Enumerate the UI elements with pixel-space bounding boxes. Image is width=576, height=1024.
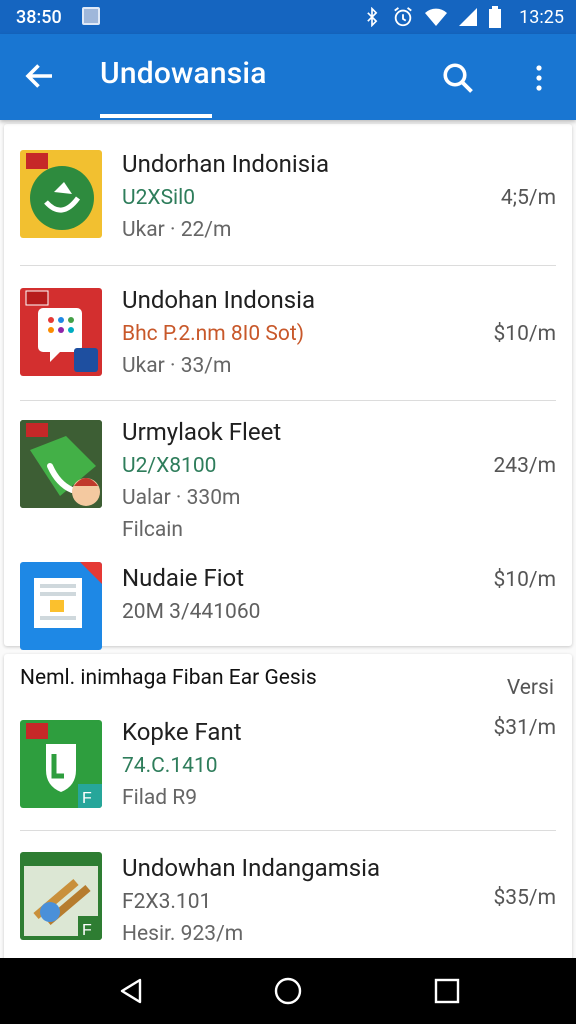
- divider: [20, 830, 556, 831]
- list-item[interactable]: Undohan Indonsia Bhc P.2.nm 8I0 Sot) Uka…: [4, 266, 572, 402]
- section-title: Neml. inimhaga Fiban Ear Gesis: [20, 666, 317, 690]
- app-price: $35/m: [493, 886, 557, 910]
- app-price: $31/m: [493, 716, 557, 740]
- app-name: Kopke Fant: [122, 718, 242, 746]
- nav-back-icon[interactable]: [116, 976, 146, 1006]
- app-name: Nudaie Fiot: [122, 564, 245, 592]
- app-list-card: Undorhan Indonisia U2XSil0 Ukar · 22/m 4…: [4, 124, 572, 650]
- list-item[interactable]: Nudaie Fiot 20M 3/441060 $10/m: [4, 554, 572, 650]
- app-icon-food: F: [20, 852, 102, 940]
- arrow-back-icon[interactable]: [22, 58, 58, 94]
- page-title: Undowansia: [100, 56, 267, 91]
- battery-icon: [489, 6, 501, 28]
- section-card: Neml. inimhaga Fiban Ear Gesis Versi F K…: [4, 654, 572, 958]
- app-version: U2XSil0: [122, 186, 196, 210]
- navigation-bar: [0, 958, 576, 1024]
- bluetooth-icon: [367, 7, 378, 27]
- app-icon-phone: [20, 420, 102, 508]
- search-icon[interactable]: [440, 60, 476, 96]
- status-icons: [362, 6, 502, 28]
- app-name: Undohan Indonsia: [122, 286, 316, 314]
- wifi-icon: [425, 8, 447, 26]
- status-time-right: 13:25: [519, 7, 564, 28]
- app-price: $10/m: [493, 322, 557, 346]
- app-icon-shield: F: [20, 720, 102, 808]
- app-price: 4;5/m: [500, 186, 556, 210]
- app-name: Undowhan Indangamsia: [122, 854, 381, 882]
- list-item[interactable]: Urmylaok Fleet U2/X8100 Ualar · 330m Fil…: [4, 402, 572, 542]
- app-version: 20M 3/441060: [122, 600, 261, 624]
- app-meta: Ukar · 22/m: [122, 218, 232, 242]
- list-item[interactable]: F Kopke Fant 74.C.1410 Filad R9 $31/m: [4, 706, 572, 830]
- app-version: Bhc P.2.nm 8I0 Sot): [122, 322, 305, 346]
- divider: [20, 400, 556, 401]
- app-price: $10/m: [493, 568, 557, 592]
- app-version: F2X3.101: [122, 890, 212, 914]
- app-bar: Undowansia: [0, 34, 576, 120]
- app-version: U2/X8100: [122, 454, 217, 478]
- app-meta: Ualar · 330m: [122, 486, 241, 510]
- signal-icon: [459, 8, 477, 26]
- more-vert-icon[interactable]: [524, 60, 554, 96]
- status-bar: 38:50 13:25: [0, 0, 576, 34]
- svg-text:F: F: [82, 790, 92, 807]
- list-item[interactable]: F Undowhan Indangamsia F2X3.101 Hesir. 9…: [4, 834, 572, 958]
- nav-recents-icon[interactable]: [432, 976, 462, 1006]
- section-action-button[interactable]: Versi: [507, 676, 554, 700]
- app-meta: Filad R9: [122, 786, 198, 810]
- app-extra: Filcain: [122, 518, 183, 542]
- app-meta: Hesir. 923/m: [122, 922, 244, 946]
- status-time-left: 38:50: [16, 7, 62, 28]
- title-tab-indicator: [100, 114, 212, 118]
- notification-icon: [82, 7, 100, 25]
- content-area: Undorhan Indonisia U2XSil0 Ukar · 22/m 4…: [0, 120, 576, 958]
- app-price: 243/m: [493, 454, 557, 478]
- list-item[interactable]: Undorhan Indonisia U2XSil0 Ukar · 22/m 4…: [4, 124, 572, 269]
- svg-text:F: F: [82, 922, 92, 939]
- app-meta: Ukar · 33/m: [122, 354, 232, 378]
- nav-home-icon[interactable]: [273, 976, 303, 1006]
- app-icon-leaf: [20, 150, 102, 238]
- alarm-icon: [394, 7, 412, 27]
- app-name: Urmylaok Fleet: [122, 418, 282, 446]
- app-icon-chat: [20, 288, 102, 376]
- app-name: Undorhan Indonisia: [122, 150, 330, 178]
- app-version: 74.C.1410: [122, 754, 218, 778]
- app-icon-document: [20, 562, 102, 650]
